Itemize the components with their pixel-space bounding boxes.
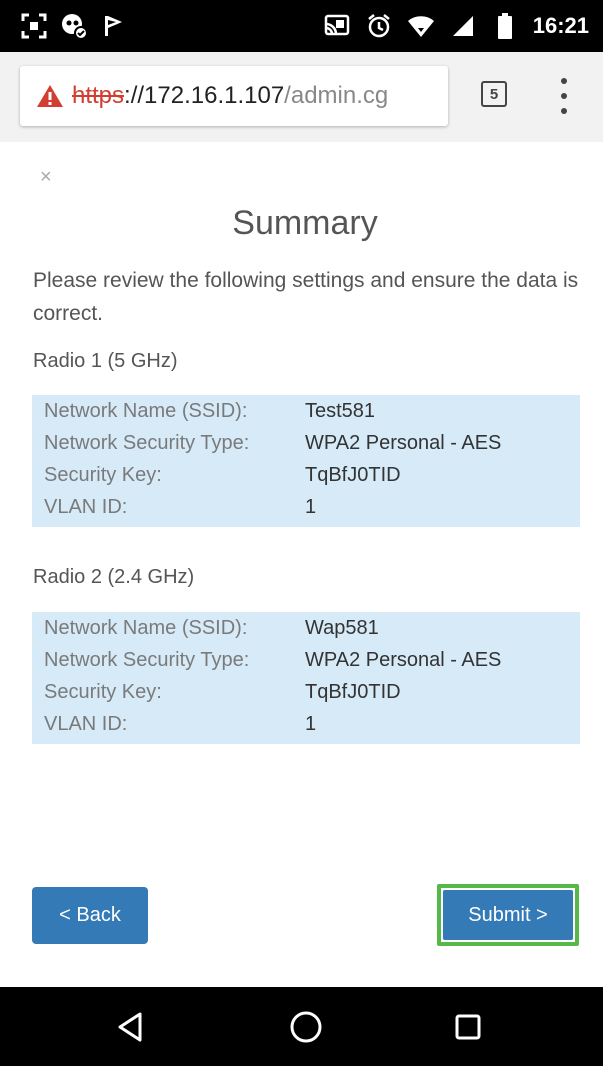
browser-menu-button[interactable] xyxy=(556,78,572,114)
wifi-icon xyxy=(407,12,435,40)
url-text: https://172.16.1.107/admin.cg xyxy=(72,82,388,110)
android-nav-bar xyxy=(0,987,603,1066)
url-host: ://172.16.1.107 xyxy=(124,82,285,109)
home-circle-icon[interactable] xyxy=(284,1005,328,1049)
not-secure-warning-icon[interactable] xyxy=(36,84,64,108)
setting-label: Network Security Type: xyxy=(44,649,250,671)
radio-2-settings-panel: Network Name (SSID): Wap581 Network Secu… xyxy=(32,612,580,744)
browser-toolbar: https://172.16.1.107/admin.cg 5 xyxy=(0,52,603,142)
menu-dot-icon xyxy=(561,108,567,114)
summary-intro: Please review the following settings and… xyxy=(33,269,579,325)
back-button[interactable]: < Back xyxy=(32,887,148,944)
setting-value: TqBfJ0TID xyxy=(305,464,401,486)
recents-square-icon[interactable] xyxy=(446,1005,490,1049)
setting-label: Network Security Type: xyxy=(44,432,250,454)
visitor-icon xyxy=(60,12,88,40)
address-bar[interactable]: https://172.16.1.107/admin.cg xyxy=(20,66,448,126)
setting-value: Wap581 xyxy=(305,617,379,639)
close-icon[interactable]: × xyxy=(40,166,52,189)
menu-dot-icon xyxy=(561,78,567,84)
page-title: Summary xyxy=(232,204,378,242)
battery-icon xyxy=(491,12,519,40)
status-bar: 16:21 xyxy=(0,0,603,52)
setting-label: Security Key: xyxy=(44,681,162,703)
radio-1-settings-panel: Network Name (SSID): Test581 Network Sec… xyxy=(32,395,580,527)
setting-label: VLAN ID: xyxy=(44,713,128,735)
alarm-icon xyxy=(365,12,393,40)
forward-flag-icon xyxy=(100,12,128,40)
radio-2-heading: Radio 2 (2.4 GHz) xyxy=(33,566,195,588)
summary-dialog: × Summary Please review the following se… xyxy=(0,142,603,987)
setting-value: 1 xyxy=(305,713,317,735)
signal-icon xyxy=(449,12,477,40)
tab-count: 5 xyxy=(489,85,499,103)
screen-frame-icon xyxy=(20,12,48,40)
setting-value: WPA2 Personal - AES xyxy=(305,649,502,671)
submit-highlight: Submit > xyxy=(437,884,579,946)
url-scheme: https xyxy=(72,82,125,109)
setting-value: TqBfJ0TID xyxy=(305,681,401,703)
tab-switcher-button[interactable]: 5 xyxy=(481,81,507,107)
menu-dot-icon xyxy=(561,93,567,99)
submit-button[interactable]: Submit > xyxy=(443,890,573,940)
setting-value: 1 xyxy=(305,496,317,518)
setting-value: WPA2 Personal - AES xyxy=(305,432,502,454)
setting-label: Network Name (SSID): xyxy=(44,617,248,639)
setting-value: Test581 xyxy=(305,400,376,422)
back-triangle-icon[interactable] xyxy=(108,1005,152,1049)
setting-label: Network Name (SSID): xyxy=(44,400,248,422)
status-time: 16:21 xyxy=(532,13,589,38)
cast-icon xyxy=(323,12,351,40)
url-path: /admin.cg xyxy=(284,82,389,109)
radio-1-heading: Radio 1 (5 GHz) xyxy=(33,350,178,372)
setting-label: Security Key: xyxy=(44,464,162,486)
setting-label: VLAN ID: xyxy=(44,496,128,518)
